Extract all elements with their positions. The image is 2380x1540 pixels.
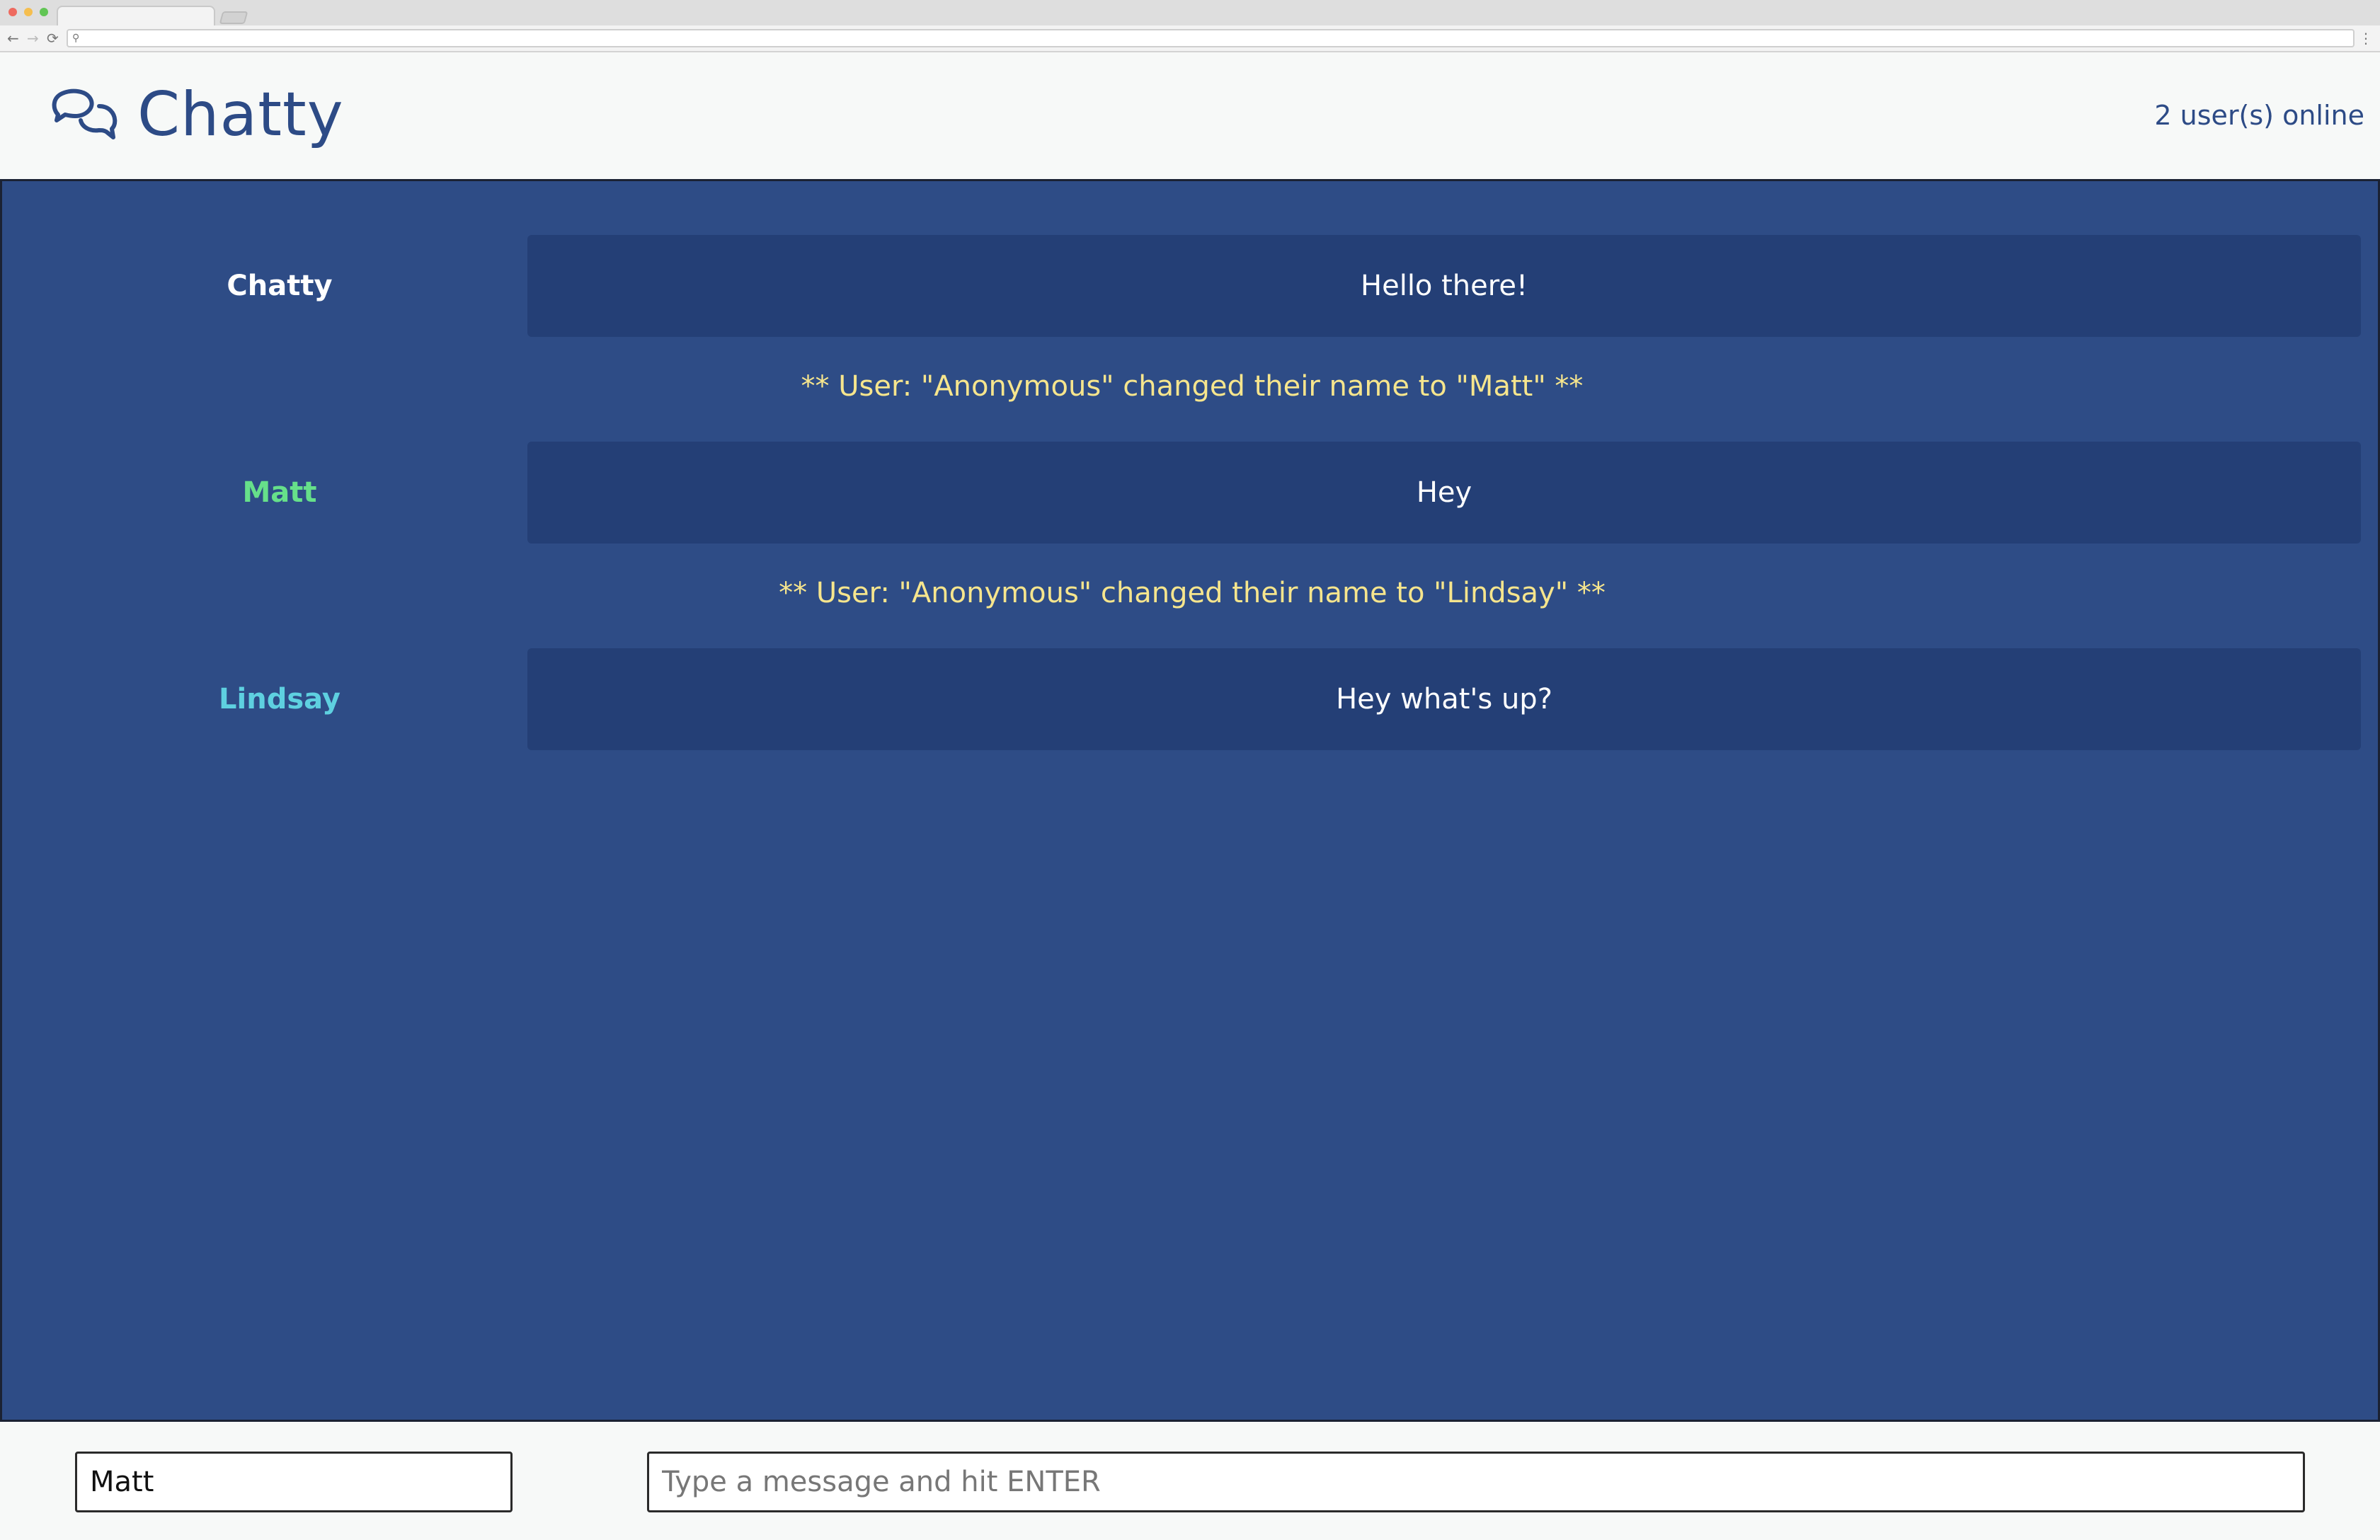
forward-arrow-icon[interactable]: → xyxy=(27,30,39,47)
back-arrow-icon[interactable]: ← xyxy=(7,30,19,47)
browser-toolbar: ← → ⟳ ⚲ ⋮ xyxy=(0,25,2380,52)
username-input[interactable] xyxy=(75,1452,513,1512)
brand-name[interactable]: Chatty xyxy=(137,79,344,150)
message-input[interactable] xyxy=(647,1452,2305,1512)
message-row: Lindsay Hey what's up? xyxy=(2,648,2380,750)
close-window-button[interactable] xyxy=(8,8,17,16)
new-tab-button[interactable] xyxy=(219,11,248,24)
message-list[interactable]: Chatty Hello there! ** User: "Anonymous"… xyxy=(0,181,2380,1420)
message-content: Hello there! xyxy=(527,235,2361,337)
message-username: Matt xyxy=(242,476,317,509)
message-row: Matt Hey xyxy=(2,442,2380,544)
name-change-notification: ** User: "Anonymous" changed their name … xyxy=(801,370,1584,403)
minimize-window-button[interactable] xyxy=(24,8,33,16)
message-username: Chatty xyxy=(227,270,333,302)
reload-icon[interactable]: ⟳ xyxy=(47,30,59,47)
chat-bar xyxy=(0,1420,2380,1540)
message-content: Hey xyxy=(527,442,2361,544)
browser-tab[interactable] xyxy=(57,6,215,27)
name-change-notification: ** User: "Anonymous" changed their name … xyxy=(779,577,1606,609)
address-bar[interactable]: ⚲ xyxy=(67,29,2355,47)
app-navbar: Chatty 2 user(s) online xyxy=(0,52,2380,181)
search-icon: ⚲ xyxy=(72,33,80,44)
browser-menu-icon[interactable]: ⋮ xyxy=(2359,30,2373,47)
browser-tab-strip xyxy=(0,0,2380,27)
maximize-window-button[interactable] xyxy=(40,8,48,16)
message-username: Lindsay xyxy=(219,683,341,716)
message-row: Chatty Hello there! xyxy=(2,235,2380,337)
message-content: Hey what's up? xyxy=(527,648,2361,750)
chat-bubbles-icon xyxy=(52,88,118,139)
online-user-count: 2 user(s) online xyxy=(2154,100,2364,131)
